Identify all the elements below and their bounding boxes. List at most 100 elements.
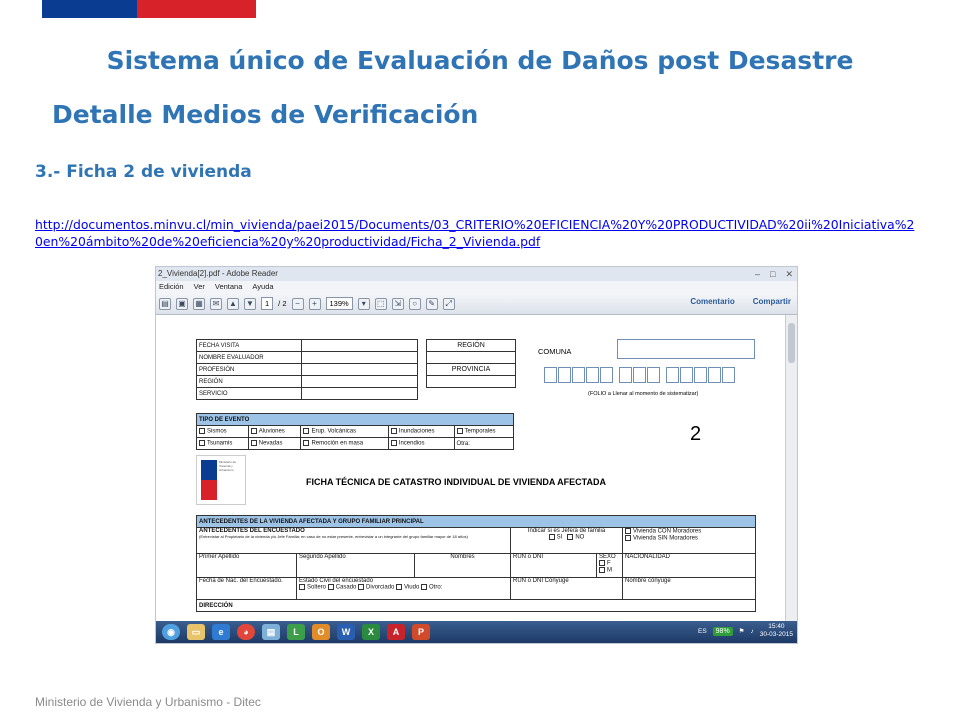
slide-title: Sistema único de Evaluación de Daños pos… [106,46,854,75]
zoom-out-icon[interactable]: − [291,297,304,310]
civil-soltero: Soltero [307,584,327,591]
zoom-dropdown-icon[interactable]: ▾ [357,297,370,310]
flag-red [137,0,256,18]
battery-indicator[interactable]: 98% [712,626,733,636]
evento-nevadas: Nevadas [258,440,283,447]
footer-text: Ministerio de Vivienda y Urbanismo - Dit… [35,695,261,709]
evento-incendios: Incendios [398,440,425,447]
page-total: / 2 [278,299,287,308]
window-titlebar: 2_Vivienda[2].pdf - Adobe Reader – □ ✕ [156,267,797,281]
save-icon[interactable]: ▣ [176,297,188,310]
region-label: REGIÓN [196,375,302,388]
start-icon[interactable]: ◉ [162,624,180,640]
open-icon[interactable]: ▤ [159,297,171,310]
fecha-nac-label: Fecha de Nac. del Encuestado. [196,577,297,600]
sexo-m: M [607,567,612,574]
powerpoint-icon[interactable]: P [412,624,430,640]
nombre-evaluador-label: NOMBRE EVALUADOR [196,351,302,364]
sign-icon[interactable]: ✎ [425,297,438,310]
evento-remocion: Remoción en masa [311,440,364,447]
zoom-select[interactable]: 139% [325,297,353,310]
zoom-in-icon[interactable]: + [308,297,321,310]
folder-icon[interactable]: ▤ [262,624,280,640]
nombres-label: Nombres [414,553,511,578]
evento-sismos: Sismos [207,428,227,435]
primer-apellido-label: Primer Apellido [196,553,297,578]
flag-stripe [42,0,256,18]
jefa-si: SI [556,534,563,541]
menu-bar: Edición Ver Ventana Ayuda [156,281,797,293]
close-icon[interactable]: ✕ [785,267,793,281]
fecha-visita-label: FECHA VISITA [196,339,302,352]
reader-toolbar: ▤ ▣ ▦ ✉ ▲ ▼ 1 / 2 − + 139% ▾ ⬚ ⇲ ○ ✎ ⤢ C… [156,293,797,315]
evento-erup-volcanicas: Erup. Volcánicas [311,428,357,435]
explorer-icon[interactable]: ▭ [187,624,205,640]
menu-item-edicion[interactable]: Edición [159,281,184,293]
prev-page-icon[interactable]: ▲ [227,297,239,310]
menu-item-ver[interactable]: Ver [194,281,205,293]
evento-inundaciones: Inundaciones [398,428,435,435]
print-icon[interactable]: ▦ [193,297,205,310]
comment-button[interactable]: Comentario [690,297,734,306]
expand-icon[interactable]: ⤢ [442,297,455,310]
comment-icon[interactable]: ○ [408,297,421,310]
document-link[interactable]: http://documentos.minvu.cl/min_vivienda/… [35,216,915,250]
menu-item-ventana[interactable]: Ventana [215,281,243,293]
region-header: REGIÓN [426,339,516,352]
run-conyuge-label: RUN o DNI Cónyuge [510,577,623,600]
share-button[interactable]: Compartir [753,297,791,306]
sin-moradores-label: Vivienda SIN Moradores [633,535,698,542]
volume-icon[interactable]: ♪ [751,628,754,635]
system-tray: ES 98% ⚑ ♪ 15:40 30-03-2015 [698,623,793,639]
sexo-f: F [607,560,611,567]
menu-item-ayuda[interactable]: Ayuda [252,281,273,293]
region-table: REGIÓN PROVINCIA [426,339,516,388]
comuna-label: COMUNA [538,347,572,356]
evento-tsunamis: Tsunamis [207,440,233,447]
servicio-label: SERVICIO [196,387,302,400]
acrobat-icon[interactable]: A [387,624,405,640]
window-controls: – □ ✕ [755,267,793,281]
evaluator-table: FECHA VISITA NOMBRE EVALUADOR PROFESIÓN … [196,339,418,400]
civil-divorciado: Divorciado [366,584,395,591]
form-number: 2 [690,423,702,445]
civil-casado: Casado [335,584,357,591]
antecedentes-header: ANTECEDENTES DE LA VIVIENDA AFECTADA Y G… [196,515,756,528]
evento-otra: Otra: [456,440,470,447]
chrome-icon[interactable]: ◕ [237,624,255,640]
minimize-icon[interactable]: – [755,267,760,281]
fit-page-icon[interactable]: ⬚ [374,297,387,310]
nombre-conyuge-label: Nombre cónyuge [622,577,756,600]
fit-width-icon[interactable]: ⇲ [391,297,404,310]
flag-tray-icon[interactable]: ⚑ [739,627,745,635]
tipo-evento-header: TIPO DE EVENTO [196,413,514,426]
tipo-evento-table: TIPO DE EVENTO Sismos Aluviones Erup. Vo… [196,413,515,450]
vertical-scrollbar[interactable] [785,315,797,623]
jefa-no: NO [575,534,585,541]
scroll-thumb[interactable] [788,323,795,363]
provincia-header: PROVINCIA [426,363,516,376]
windows-taskbar: ◉ ▭ e ◕ ▤ L O W X A P ES 98% ⚑ ♪ 15:40 3… [156,621,797,643]
evento-temporales: Temporales [464,428,496,435]
toolbar-right: Comentario Compartir [690,297,791,306]
page-number-input[interactable]: 1 [261,297,274,310]
clock[interactable]: 15:40 30-03-2015 [760,623,793,639]
run-dni-label: RUN o DNI [510,553,597,578]
maximize-icon[interactable]: □ [770,267,775,281]
email-icon[interactable]: ✉ [210,297,222,310]
con-moradores-label: Vivienda CON Moradores [633,528,702,535]
language-indicator[interactable]: ES [698,628,707,635]
next-page-icon[interactable]: ▼ [244,297,256,310]
excel-icon[interactable]: X [362,624,380,640]
section-heading: 3.- Ficha 2 de vivienda [35,162,252,182]
window-title: 2_Vivienda[2].pdf - Adobe Reader [158,269,278,278]
reader-screenshot: 2_Vivienda[2].pdf - Adobe Reader – □ ✕ E… [155,266,798,644]
encuestado-note: (Entrevistar al Propietario de la vivien… [199,534,468,539]
clock-date: 30-03-2015 [759,631,793,638]
lync-icon[interactable]: L [287,624,305,640]
ministry-logo: Ministerio de Vivienda y Urbanismo [196,455,246,505]
outlook-icon[interactable]: O [312,624,330,640]
ficha-title: FICHA TÉCNICA DE CATASTRO INDIVIDUAL DE … [306,477,607,487]
ie-icon[interactable]: e [212,624,230,640]
word-icon[interactable]: W [337,624,355,640]
